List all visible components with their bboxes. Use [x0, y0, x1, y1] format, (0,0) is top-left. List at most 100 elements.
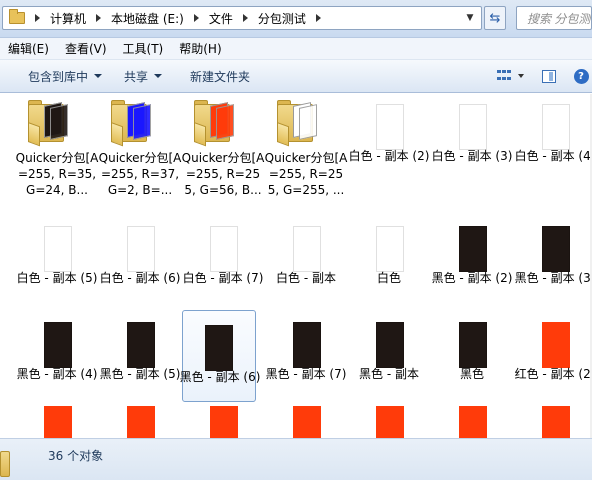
menu-help[interactable]: 帮助(H): [173, 40, 227, 57]
preview-pane-button[interactable]: [538, 65, 560, 87]
folder-item[interactable]: Quicker分包[A=255, R=255, G=255, ...: [264, 94, 348, 214]
file-item[interactable]: 白色 - 副本 (4): [514, 94, 592, 214]
image-thumbnail: [376, 406, 404, 438]
chevron-right-icon[interactable]: [35, 14, 40, 22]
folder-icon: [111, 98, 151, 147]
folder-icon: [28, 98, 68, 147]
file-item[interactable]: 黑色 - 副本 (7): [266, 308, 346, 400]
folder-item[interactable]: Quicker分包[A=255, R=37, G=2, B=...: [98, 94, 182, 214]
search-input[interactable]: 搜索 分包测试: [516, 6, 592, 30]
folder-icon: [0, 451, 10, 477]
change-view-button[interactable]: [493, 65, 515, 87]
chevron-right-icon[interactable]: [242, 14, 248, 22]
menu-edit[interactable]: 编辑(E): [2, 40, 55, 57]
folder-label: Quicker分包[A=255, R=255, G=56, B...: [181, 151, 265, 197]
breadcrumb-files[interactable]: 文件: [205, 7, 237, 29]
help-button[interactable]: ?: [570, 65, 592, 87]
address-bar-area: 计算机 本地磁盘 (E:) 文件 分包测试 ▼ ⇆ 搜索 分包测试: [0, 0, 592, 38]
view-grid-icon: [497, 70, 511, 82]
file-item[interactable]: [433, 398, 511, 438]
preview-pane-icon: [542, 69, 556, 83]
file-label: 白色 - 副本 (3): [431, 149, 513, 163]
file-item[interactable]: 黑色 - 副本 (3): [515, 212, 592, 304]
include-in-library-label: 包含到库中: [28, 69, 89, 84]
status-bar: 36 个对象: [0, 438, 592, 480]
image-thumbnail: [459, 226, 487, 272]
file-item[interactable]: 黑色 - 副本 (5): [100, 308, 180, 400]
file-label: 白色 - 副本 (7): [182, 271, 264, 285]
file-item[interactable]: [101, 398, 179, 438]
file-item[interactable]: 黑色 - 副本 (2): [431, 212, 513, 304]
folder-item[interactable]: Quicker分包[A=255, R=255, G=56, B...: [181, 94, 265, 214]
file-label: 黑色 - 副本 (6): [179, 370, 261, 384]
share-label: 共享: [124, 69, 149, 84]
file-item[interactable]: 白色 - 副本: [267, 212, 345, 304]
file-label: 白色 - 副本 (2): [348, 149, 430, 163]
file-item[interactable]: 黑色 - 副本: [350, 308, 428, 400]
image-thumbnail: [127, 226, 155, 272]
file-item[interactable]: [516, 398, 592, 438]
image-thumbnail: [127, 322, 155, 368]
include-in-library-button[interactable]: 包含到库中: [0, 64, 112, 88]
file-item[interactable]: 红色 - 副本 (2): [514, 308, 592, 400]
chevron-right-icon[interactable]: [96, 14, 102, 22]
chevron-right-icon[interactable]: [193, 14, 199, 22]
menu-bar: 编辑(E) 查看(V) 工具(T) 帮助(H): [0, 38, 592, 60]
file-label: 黑色 - 副本 (2): [431, 271, 513, 285]
image-thumbnail: [293, 226, 321, 272]
file-item[interactable]: [18, 398, 96, 438]
file-item[interactable]: [350, 398, 428, 438]
menu-tools[interactable]: 工具(T): [117, 40, 170, 57]
address-box[interactable]: 计算机 本地磁盘 (E:) 文件 分包测试 ▼: [2, 6, 482, 30]
image-thumbnail: [459, 406, 487, 438]
chevron-down-icon: [94, 74, 103, 78]
folder-icon: [277, 98, 317, 147]
breadcrumb-current-folder[interactable]: 分包测试: [254, 7, 310, 29]
folder-icon: [194, 98, 234, 147]
file-item[interactable]: 白色 - 副本 (2): [348, 94, 430, 214]
image-thumbnail: [459, 322, 487, 368]
chevron-down-icon[interactable]: [518, 74, 524, 78]
file-item[interactable]: 黑色: [433, 308, 511, 400]
file-label: 黑色 - 副本: [359, 367, 419, 381]
file-label: 白色 - 副本 (4): [514, 149, 592, 163]
share-button[interactable]: 共享: [112, 64, 172, 88]
new-folder-label: 新建文件夹: [190, 69, 251, 84]
refresh-icon[interactable]: ⇆: [484, 6, 506, 30]
folder-label: Quicker分包[A=255, R=35, G=24, B...: [15, 151, 99, 197]
chevron-right-icon[interactable]: [315, 14, 321, 22]
file-item[interactable]: 黑色 - 副本 (4): [17, 308, 97, 400]
file-list[interactable]: Quicker分包[A=255, R=35, G=24, B... Quicker…: [0, 94, 592, 438]
file-label: 黑色: [459, 367, 484, 381]
file-item[interactable]: 白色 - 副本 (7): [182, 212, 264, 304]
image-thumbnail: [44, 226, 72, 272]
file-item[interactable]: 白色 - 副本 (6): [99, 212, 181, 304]
menu-view[interactable]: 查看(V): [59, 40, 113, 57]
image-thumbnail: [542, 226, 570, 272]
file-item[interactable]: 黑色 - 副本 (6): [180, 310, 260, 402]
breadcrumb-drive-e[interactable]: 本地磁盘 (E:): [107, 7, 188, 29]
folder-item[interactable]: Quicker分包[A=255, R=35, G=24, B...: [15, 94, 99, 214]
image-thumbnail: [542, 104, 570, 150]
help-icon: ?: [573, 68, 589, 84]
image-thumbnail: [127, 406, 155, 438]
image-thumbnail: [293, 322, 321, 368]
folder-label: Quicker分包[A=255, R=255, G=255, ...: [264, 151, 348, 197]
item-count: 36 个对象: [48, 449, 104, 463]
address-dropdown-icon[interactable]: ▼: [461, 10, 479, 26]
file-item[interactable]: 白色 - 副本 (3): [431, 94, 513, 214]
image-thumbnail: [376, 322, 404, 368]
command-bar: 包含到库中 共享 新建文件夹 ?: [0, 60, 592, 93]
file-item[interactable]: 白色 - 副本 (5): [17, 212, 97, 304]
folder-label: Quicker分包[A=255, R=37, G=2, B=...: [98, 151, 182, 197]
image-thumbnail: [376, 226, 404, 272]
file-label: 白色 - 副本 (6): [99, 271, 181, 285]
file-item[interactable]: 白色: [350, 212, 428, 304]
file-label: 红色 - 副本 (2): [514, 367, 592, 381]
file-item[interactable]: [267, 398, 345, 438]
new-folder-button[interactable]: 新建文件夹: [172, 64, 260, 88]
image-thumbnail: [293, 406, 321, 438]
image-thumbnail: [44, 322, 72, 368]
file-item[interactable]: [184, 398, 262, 438]
breadcrumb-computer[interactable]: 计算机: [46, 7, 90, 29]
